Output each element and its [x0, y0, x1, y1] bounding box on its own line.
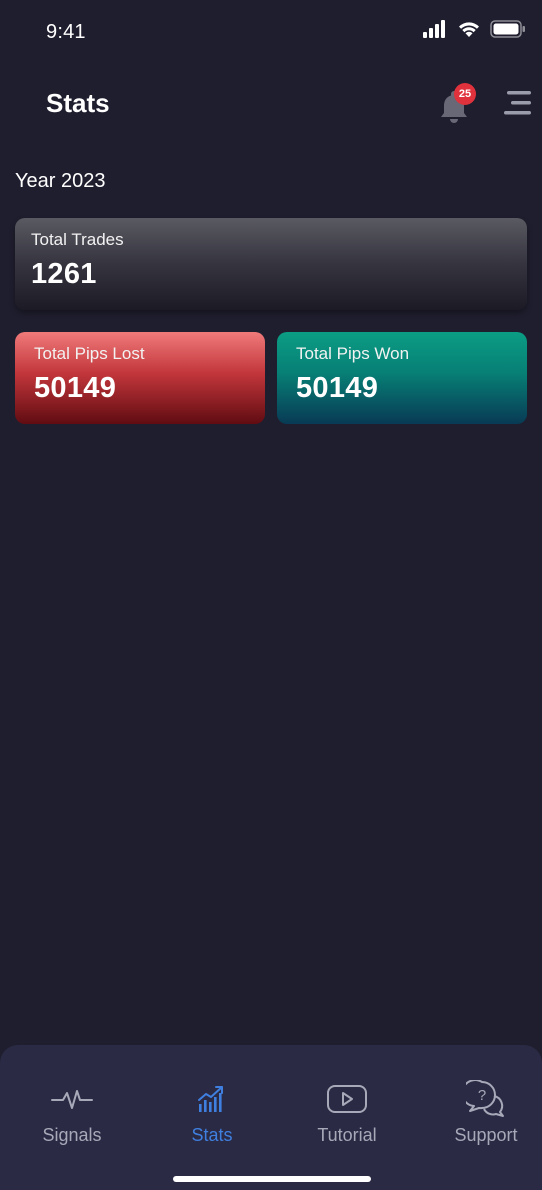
- status-bar: 9:41: [0, 0, 542, 64]
- year-label: Year 2023: [15, 170, 106, 192]
- page-title: Stats: [46, 88, 110, 118]
- pips-lost-value: 50149: [34, 372, 117, 404]
- svg-text:?: ?: [478, 1087, 486, 1104]
- pips-won-card: Total Pips Won 50149: [277, 332, 527, 424]
- status-time: 9:41: [46, 21, 86, 43]
- battery-icon: [490, 20, 526, 38]
- total-trades-value: 1261: [31, 258, 97, 290]
- tab-tutorial-label: Tutorial: [317, 1125, 377, 1145]
- tab-support[interactable]: ? Support: [431, 1077, 541, 1157]
- pips-won-label: Total Pips Won: [296, 344, 410, 363]
- chart-up-icon: [157, 1077, 267, 1121]
- header: Stats 25: [0, 72, 542, 136]
- total-trades-card: Total Trades 1261: [15, 218, 527, 310]
- menu-button[interactable]: [500, 88, 534, 118]
- cellular-signal-icon: [422, 20, 448, 38]
- pulse-line-icon: [17, 1077, 127, 1121]
- pips-lost-card: Total Pips Lost 50149: [15, 332, 265, 424]
- tab-tutorial[interactable]: Tutorial: [292, 1077, 402, 1157]
- bell-icon: [432, 91, 476, 132]
- status-icons: [422, 20, 526, 38]
- hamburger-menu-icon: [500, 91, 534, 122]
- tab-stats-label: Stats: [191, 1125, 233, 1145]
- chat-question-icon: ?: [431, 1077, 541, 1121]
- pips-lost-label: Total Pips Lost: [34, 344, 145, 363]
- tab-signals-label: Signals: [42, 1125, 102, 1145]
- total-trades-label: Total Trades: [31, 230, 124, 249]
- tab-support-label: Support: [454, 1125, 518, 1145]
- tab-stats[interactable]: Stats: [157, 1077, 267, 1157]
- tab-signals[interactable]: Signals: [17, 1077, 127, 1157]
- wifi-icon: [457, 20, 481, 38]
- bottom-tab-bar: Signals Stats Tutorial ? Support: [0, 1045, 542, 1190]
- home-indicator: [173, 1176, 371, 1182]
- notification-badge: 25: [454, 83, 476, 105]
- pips-won-value: 50149: [296, 372, 379, 404]
- play-button-icon: [292, 1077, 402, 1121]
